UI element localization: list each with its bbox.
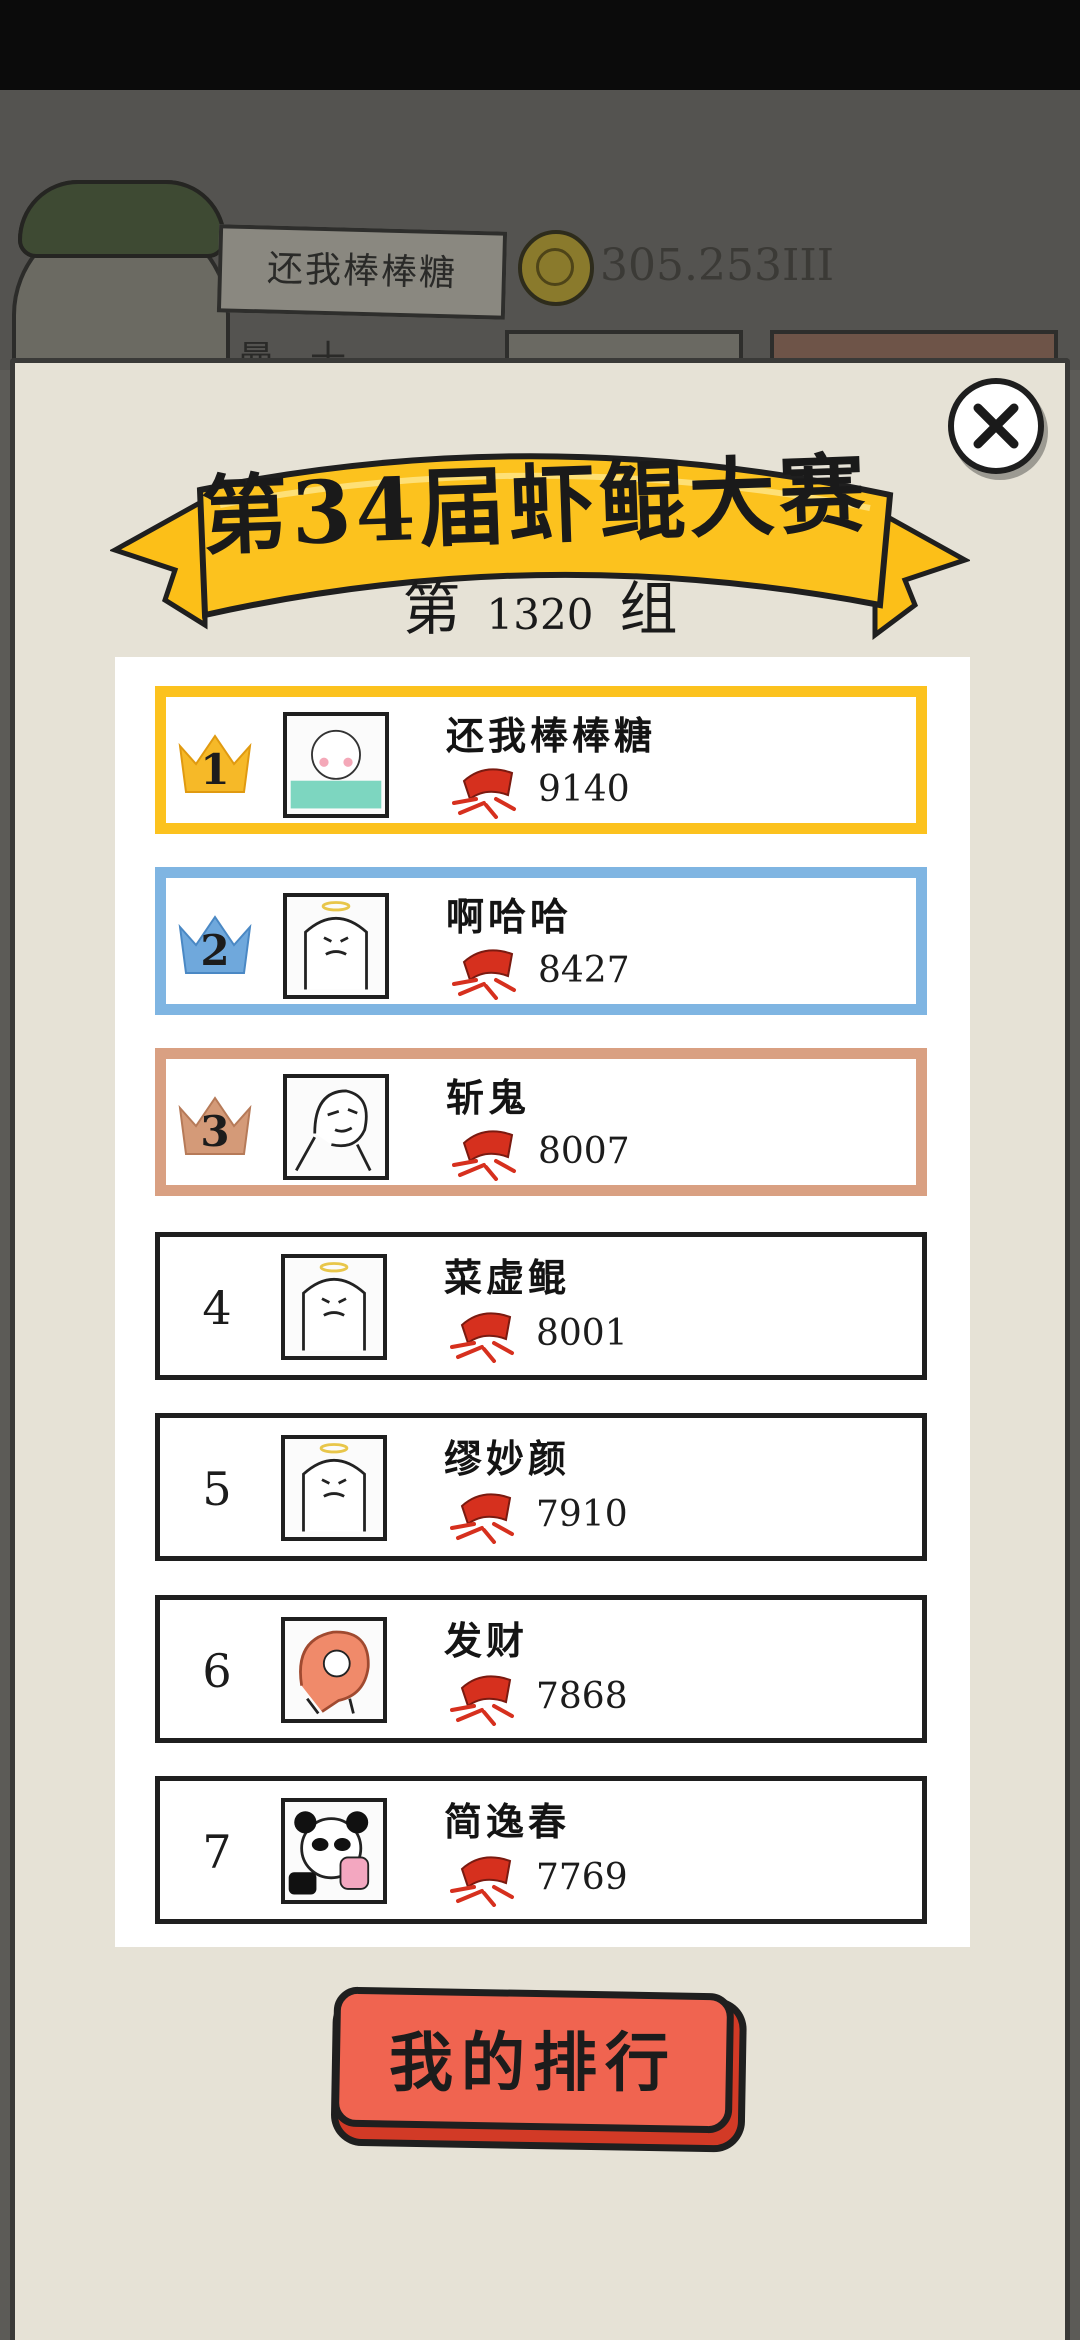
shrimp-icon [450,1856,514,1907]
background-player-hat-top [18,180,226,258]
rank-number: 5 [202,1462,232,1516]
player-name: 斩鬼 [446,1075,531,1120]
background-player-name: 还我棒棒糖 [216,224,508,320]
background-coin-count: 305.253III [600,240,835,291]
rank-number: 6 [202,1644,232,1698]
avatar [281,1617,387,1723]
shrimp-icon [450,1312,514,1363]
shrimp-icon [450,1675,514,1726]
rank-number: 4 [202,1281,232,1335]
player-score: 7769 [536,1857,628,1898]
avatar [283,1074,389,1180]
avatar [283,893,389,999]
player-score: 7868 [536,1676,628,1717]
player-score: 9140 [538,769,630,810]
shrimp-icon [452,768,516,819]
ranking-row-3[interactable]: 3 斩鬼 8007 [155,1048,927,1196]
group-suffix: 组 [619,575,678,643]
shrimp-icon [452,949,516,1000]
avatar [283,712,389,818]
player-name: 啊哈哈 [446,894,573,939]
player-score: 8001 [536,1313,628,1354]
rank-number: 2 [200,926,230,975]
close-button[interactable] [948,378,1044,474]
ranking-row-2[interactable]: 2 啊哈哈 8427 [155,867,927,1015]
close-icon [973,403,1019,449]
ranking-row-7[interactable]: 7 简逸春 7769 [155,1776,927,1924]
ranking-row-1[interactable]: 1 还我棒棒糖 9140 [155,686,927,834]
player-score: 7910 [536,1494,628,1535]
player-name: 还我棒棒糖 [446,713,657,758]
avatar [281,1798,387,1904]
rank-number: 3 [200,1107,230,1156]
player-score: 8427 [538,950,630,991]
shrimp-icon [452,1130,516,1181]
status-bar [0,0,1080,90]
player-name: 简逸春 [444,1799,571,1844]
my-rank-button[interactable]: 我的排行 [331,1986,743,2150]
ranking-row-5[interactable]: 5 缪妙颜 7910 [155,1413,927,1561]
shrimp-icon [450,1493,514,1544]
ranking-row-6[interactable]: 6 发财 7868 [155,1595,927,1743]
player-name: 缪妙颜 [444,1436,571,1481]
coin-icon [518,230,594,306]
rank-number: 7 [202,1825,232,1879]
ranking-row-4[interactable]: 4 菜虚鲲 8001 [155,1232,927,1380]
player-name: 菜虚鲲 [444,1255,571,1300]
player-score: 8007 [538,1131,630,1172]
avatar [281,1254,387,1360]
group-prefix: 第 [402,575,461,643]
avatar [281,1435,387,1541]
group-number: 1320 [486,590,594,639]
group-label: 第 1320 组 [260,562,820,646]
rank-number: 1 [200,745,230,794]
my-rank-label: 我的排行 [389,2026,677,2101]
player-name: 发财 [444,1618,529,1663]
tournament-title: 第34届虾鲲大赛 [199,443,871,568]
